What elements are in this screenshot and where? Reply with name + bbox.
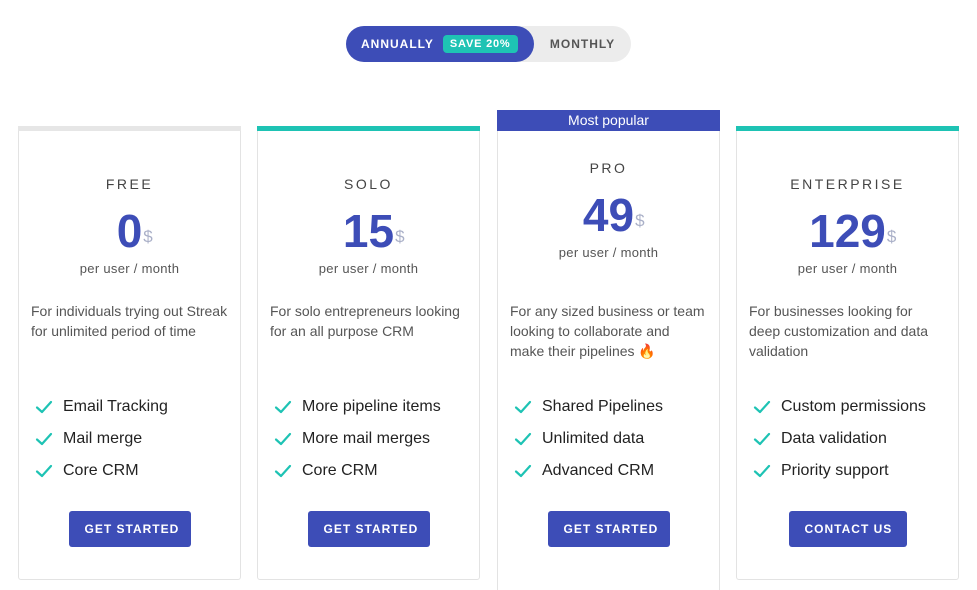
check-icon <box>35 432 53 446</box>
feature-item: More mail merges <box>274 423 471 455</box>
plan-card-enterprise: ENTERPRISE 129 $ per user / month For bus… <box>736 126 959 580</box>
price-value: 49 <box>582 189 635 241</box>
get-started-button[interactable]: GET STARTED <box>68 511 191 547</box>
feature-item: Shared Pipelines <box>514 391 711 423</box>
feature-label: Unlimited data <box>542 430 645 447</box>
card-top-bar <box>736 126 959 131</box>
plan-description: For solo entrepreneurs looking for an al… <box>270 303 460 339</box>
price-value: 15 <box>342 205 395 257</box>
plan-name: ENTERPRISE <box>790 176 905 192</box>
feature-label: Core CRM <box>302 462 378 479</box>
get-started-button[interactable]: GET STARTED <box>547 511 670 547</box>
feature-item: Priority support <box>753 455 950 487</box>
plan-price: 0 $ <box>19 203 240 259</box>
check-icon <box>514 432 532 446</box>
plan-name: FREE <box>105 176 154 192</box>
feature-list: Email Tracking Mail merge Core CRM <box>35 391 232 487</box>
check-icon <box>514 464 532 478</box>
feature-item: Data validation <box>753 423 950 455</box>
monthly-option[interactable]: MONTHLY <box>534 26 631 62</box>
annually-label: ANNUALLY <box>361 37 434 51</box>
most-popular-badge: Most popular <box>497 110 720 131</box>
currency-symbol: $ <box>635 211 645 230</box>
price-value: 129 <box>809 205 886 257</box>
feature-label: Core CRM <box>63 462 139 479</box>
check-icon <box>514 400 532 414</box>
feature-label: Advanced CRM <box>542 462 655 479</box>
feature-item: Custom permissions <box>753 391 950 423</box>
feature-list: Custom permissions Data validation Prior… <box>753 391 950 487</box>
feature-label: Email Tracking <box>63 398 168 415</box>
plan-price: 15 $ <box>258 203 479 259</box>
check-icon <box>35 464 53 478</box>
feature-label: More pipeline items <box>302 398 441 415</box>
plan-price: 129 $ <box>737 203 958 259</box>
check-icon <box>274 432 292 446</box>
plan-card-pro: Most popular PRO 49 $ per user / month Fo… <box>497 110 720 590</box>
plan-name: SOLO <box>344 176 393 192</box>
card-top-bar <box>257 126 480 131</box>
feature-label: More mail merges <box>302 430 431 447</box>
price-value: 0 <box>116 205 143 257</box>
currency-symbol: $ <box>886 227 897 246</box>
check-icon <box>753 400 771 414</box>
plan-name: PRO <box>589 160 628 176</box>
plan-description: For individuals trying out Streak for un… <box>31 303 228 339</box>
annually-option[interactable]: ANNUALLY SAVE 20% <box>346 26 534 62</box>
price-period: per user / month <box>797 261 898 276</box>
get-started-button[interactable]: GET STARTED <box>307 511 430 547</box>
feature-list: Shared Pipelines Unlimited data Advanced… <box>514 391 711 487</box>
feature-item: More pipeline items <box>274 391 471 423</box>
plan-description: For any sized business or team looking t… <box>510 303 705 359</box>
feature-label: Data validation <box>781 430 887 447</box>
currency-symbol: $ <box>395 227 405 246</box>
feature-label: Priority support <box>781 462 889 479</box>
feature-label: Shared Pipelines <box>542 398 663 415</box>
feature-item: Core CRM <box>35 455 232 487</box>
price-period: per user / month <box>79 261 180 276</box>
check-icon <box>274 464 292 478</box>
feature-item: Advanced CRM <box>514 455 711 487</box>
billing-toggle[interactable]: ANNUALLY SAVE 20% MONTHLY <box>346 26 631 62</box>
save-badge: SAVE 20% <box>442 35 518 53</box>
currency-symbol: $ <box>143 227 153 246</box>
check-icon <box>753 464 771 478</box>
price-period: per user / month <box>318 261 419 276</box>
check-icon <box>753 432 771 446</box>
feature-label: Mail merge <box>63 430 143 447</box>
plan-card-free: FREE 0 $ per user / month For individuals… <box>18 126 241 580</box>
price-period: per user / month <box>558 245 659 260</box>
feature-item: Unlimited data <box>514 423 711 455</box>
feature-list: More pipeline items More mail merges Cor… <box>274 391 471 487</box>
feature-label: Custom permissions <box>781 398 926 415</box>
contact-us-button[interactable]: CONTACT US <box>788 511 907 547</box>
feature-item: Core CRM <box>274 455 471 487</box>
plan-description: For businesses looking for deep customiz… <box>749 303 929 359</box>
plan-card-solo: SOLO 15 $ per user / month For solo entre… <box>257 126 480 580</box>
feature-item: Mail merge <box>35 423 232 455</box>
card-top-bar <box>18 126 241 131</box>
check-icon <box>274 400 292 414</box>
feature-item: Email Tracking <box>35 391 232 423</box>
plan-price: 49 $ <box>498 187 719 243</box>
check-icon <box>35 400 53 414</box>
